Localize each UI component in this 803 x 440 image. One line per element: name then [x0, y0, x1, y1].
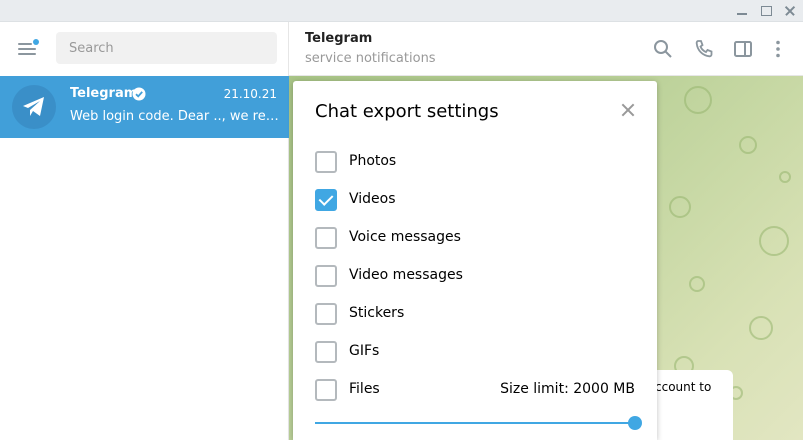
gifs-checkbox[interactable]: [315, 341, 337, 363]
chat-name: Telegram: [70, 86, 138, 101]
chat-subtitle: service notifications: [305, 51, 436, 66]
option-label: Videos: [349, 191, 396, 207]
maximize-icon[interactable]: [759, 4, 773, 18]
close-icon[interactable]: [621, 103, 635, 117]
chat-list-header: [0, 22, 289, 76]
option-photos[interactable]: Photos: [315, 151, 615, 175]
search-input[interactable]: [56, 32, 277, 64]
size-limit-slider[interactable]: [315, 415, 642, 431]
sidebar-toggle-icon[interactable]: [732, 38, 754, 60]
option-video-messages[interactable]: Video messages: [315, 265, 615, 289]
slider-handle[interactable]: [628, 416, 642, 430]
menu-icon[interactable]: [18, 39, 40, 57]
minimize-icon[interactable]: [735, 4, 749, 18]
option-label: Files: [349, 381, 380, 397]
chat-header: Telegram service notifications: [289, 22, 803, 76]
photos-checkbox[interactable]: [315, 151, 337, 173]
chat-preview: Web login code. Dear .., we receive...: [70, 109, 280, 124]
option-label: Voice messages: [349, 229, 461, 245]
video-messages-checkbox[interactable]: [315, 265, 337, 287]
more-icon[interactable]: [767, 38, 789, 60]
videos-checkbox[interactable]: [315, 189, 337, 211]
option-voice-messages[interactable]: Voice messages: [315, 227, 615, 251]
message-text: ccount to: [655, 380, 712, 394]
option-stickers[interactable]: Stickers: [315, 303, 615, 327]
search-icon[interactable]: [652, 38, 674, 60]
window-title-bar: [0, 0, 803, 22]
window-controls: [735, 0, 797, 22]
option-label: Video messages: [349, 267, 463, 283]
option-label: GIFs: [349, 343, 380, 359]
window-close-icon[interactable]: [783, 4, 797, 18]
voice-messages-checkbox[interactable]: [315, 227, 337, 249]
message-bubble: ccount to: [645, 370, 733, 440]
stickers-checkbox[interactable]: [315, 303, 337, 325]
chat-title[interactable]: Telegram: [305, 31, 372, 46]
files-checkbox[interactable]: [315, 379, 337, 401]
unread-dot: [33, 39, 39, 45]
option-label: Photos: [349, 153, 397, 169]
slider-track: [315, 422, 635, 424]
chat-list-item[interactable]: Telegram 21.10.21 Web login code. Dear .…: [0, 76, 289, 138]
size-limit-label: Size limit: 2000 MB: [500, 381, 635, 397]
chat-export-dialog: Chat export settings Photos Videos Voice…: [293, 81, 657, 440]
dialog-title: Chat export settings: [315, 101, 499, 122]
chat-list-panel: Telegram 21.10.21 Web login code. Dear .…: [0, 22, 289, 440]
phone-icon[interactable]: [693, 38, 715, 60]
option-gifs[interactable]: GIFs: [315, 341, 615, 365]
option-label: Stickers: [349, 305, 405, 321]
telegram-avatar-icon: [12, 85, 56, 129]
verified-badge-icon: [132, 87, 146, 101]
option-files[interactable]: Files: [315, 379, 485, 403]
chat-date: 21.10.21: [223, 87, 277, 101]
option-videos[interactable]: Videos: [315, 189, 615, 213]
